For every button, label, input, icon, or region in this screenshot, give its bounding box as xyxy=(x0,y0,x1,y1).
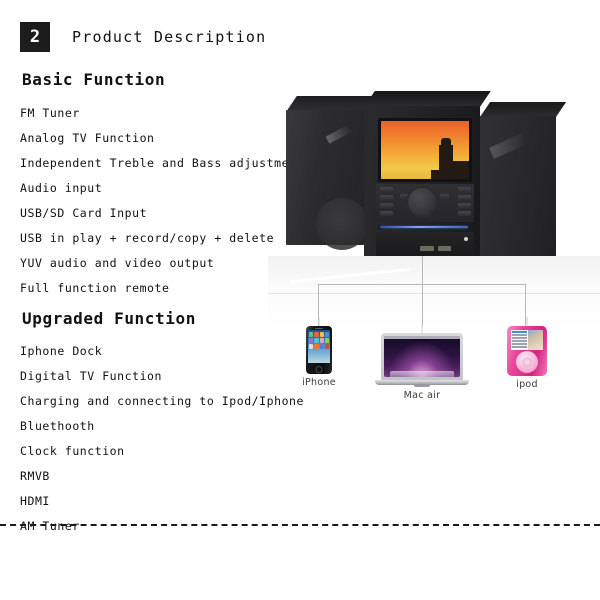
right-button-column[interactable] xyxy=(458,187,471,219)
macbook-screen xyxy=(384,336,460,377)
app-icon xyxy=(309,344,314,349)
ipod-label: ipod xyxy=(516,379,538,390)
control-button[interactable] xyxy=(380,187,393,192)
ipod-menu-list xyxy=(511,330,528,350)
app-icon xyxy=(319,338,324,343)
list-item: USB/SD Card Input xyxy=(20,206,148,220)
ipod-graphic xyxy=(505,317,549,376)
control-button[interactable] xyxy=(458,195,471,200)
control-button[interactable] xyxy=(458,187,471,192)
iphone-earpiece-icon xyxy=(315,327,323,329)
app-icon xyxy=(314,332,319,337)
basic-function-list: FM Tuner Analog TV Function Independent … xyxy=(18,101,308,301)
iphone-device: iPhone xyxy=(298,317,340,388)
control-button[interactable] xyxy=(458,211,471,216)
ipod-menu-row xyxy=(512,337,527,339)
control-button[interactable] xyxy=(380,203,393,208)
app-icon xyxy=(314,344,319,349)
ipod-screen xyxy=(511,330,543,350)
app-icon xyxy=(314,338,319,343)
screen-hill-shape-secondary xyxy=(431,170,441,179)
list-item: FM Tuner xyxy=(20,106,80,120)
screen-tower-silhouette-icon xyxy=(439,138,453,179)
list-item: Bluethooth xyxy=(20,419,95,433)
ipod-menu-row xyxy=(512,334,527,336)
page-title: Product Description xyxy=(72,28,267,46)
sd-card-port-icon xyxy=(438,246,451,251)
list-item: Digital TV Function xyxy=(20,369,162,383)
app-icon xyxy=(324,338,329,343)
app-icon xyxy=(309,332,314,337)
app-icon xyxy=(319,332,324,337)
macbook-latch-notch-icon xyxy=(414,385,430,387)
screen-hill-shape xyxy=(453,161,469,179)
macbook-lid xyxy=(381,333,463,380)
macbook-graphic xyxy=(372,325,472,387)
main-unit-lower-face xyxy=(376,232,474,256)
list-item: Clock function xyxy=(20,444,125,458)
app-icon xyxy=(324,332,329,337)
main-unit-top-face xyxy=(364,91,491,107)
app-icon xyxy=(324,344,329,349)
connector-line-vertical-main xyxy=(422,256,423,284)
basic-function-title: Basic Function xyxy=(22,70,166,89)
control-button[interactable] xyxy=(458,203,471,208)
upgraded-function-title: Upgraded Function xyxy=(22,309,196,328)
app-icon xyxy=(309,338,314,343)
macbook-dock xyxy=(390,371,454,377)
ipod-body xyxy=(507,326,547,376)
list-item: USB in play + record/copy + delete xyxy=(20,231,275,245)
iphone-screen xyxy=(308,330,330,363)
usb-port-icon xyxy=(420,246,434,251)
section-number-badge: 2 xyxy=(20,22,50,52)
list-item: YUV audio and video output xyxy=(20,256,215,270)
left-speaker xyxy=(286,110,368,250)
ipod-menu-row xyxy=(512,343,527,345)
upgraded-function-list: Iphone Dock Digital TV Function Charging… xyxy=(18,339,308,539)
ipod-menu-row-selected xyxy=(512,331,527,333)
ipod-click-wheel-icon[interactable] xyxy=(516,351,538,373)
left-button-column[interactable] xyxy=(380,187,393,219)
control-button[interactable] xyxy=(380,211,393,216)
iphone-cable-icon xyxy=(318,317,320,326)
ipod-cable-icon xyxy=(526,317,528,326)
disc-slot-glow xyxy=(380,226,468,228)
product-description-page: 2 Product Description Basic Function FM … xyxy=(0,0,600,600)
macbook-air-device: Mac air xyxy=(372,325,472,401)
macbook-menubar xyxy=(384,336,460,339)
next-track-button[interactable] xyxy=(440,194,449,199)
connector-line-to-macbook xyxy=(422,284,423,326)
list-item: AM Tuner xyxy=(20,519,80,533)
iphone-home-button-icon xyxy=(315,366,323,373)
iphone-graphic xyxy=(298,317,340,374)
left-speaker-cone-icon xyxy=(316,198,368,250)
power-led-indicator xyxy=(464,237,468,241)
feature-lists: Basic Function FM Tuner Analog TV Functi… xyxy=(18,70,308,539)
ipod-nano-device: ipod xyxy=(505,317,549,390)
list-item: Audio input xyxy=(20,181,103,195)
ipod-album-art xyxy=(527,330,543,350)
ipod-menu-row xyxy=(512,346,527,348)
list-item: Analog TV Function xyxy=(20,131,155,145)
disc-slot[interactable] xyxy=(378,225,470,230)
list-item: Full function remote xyxy=(20,281,170,295)
macbook-cable-icon xyxy=(421,325,423,333)
macbook-label: Mac air xyxy=(403,389,441,401)
list-item: Independent Treble and Bass adjustment xyxy=(20,156,304,170)
list-item: Iphone Dock xyxy=(20,344,103,358)
list-item: RMVB xyxy=(20,469,50,483)
app-icon xyxy=(319,344,324,349)
list-item: HDMI xyxy=(20,494,50,508)
list-item: Charging and connecting to Ipod/Iphone xyxy=(20,394,304,408)
product-photo: iPhone Mac air ipod xyxy=(268,88,600,418)
jog-dial-knob[interactable] xyxy=(408,188,436,216)
right-speaker-top-face xyxy=(480,102,567,117)
section-divider xyxy=(0,524,600,526)
section-header: 2 Product Description xyxy=(20,22,266,52)
display-screen xyxy=(381,121,469,179)
control-button[interactable] xyxy=(380,195,393,200)
iphone-label: iPhone xyxy=(302,377,336,388)
ipod-menu-row xyxy=(512,340,527,342)
